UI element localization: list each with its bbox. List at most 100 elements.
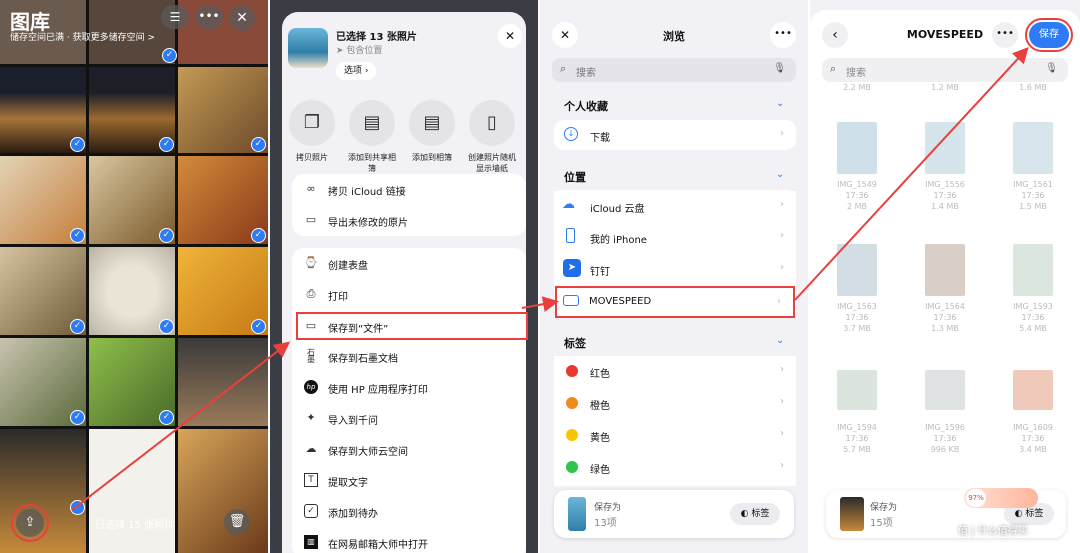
tag-item-orange[interactable]: 橙色 › [554, 388, 796, 418]
save-as-bar: 保存为 13项 ◐ 标签 [554, 490, 794, 538]
menu-item-label: 保存到“文件” [328, 324, 389, 335]
file-thumbnail[interactable] [837, 122, 877, 174]
menu-item-qianwen[interactable]: ✦ 导入到千问 [292, 403, 526, 434]
photo-thumb[interactable] [0, 429, 86, 553]
file-name: IMG_1549 [837, 180, 877, 189]
mail-master-icon: ▥ [304, 535, 318, 549]
check-icon: ✓ [159, 228, 174, 243]
file-thumbnail[interactable] [837, 370, 877, 410]
chevron-right-icon: › [780, 128, 784, 139]
photo-thumb[interactable] [178, 0, 268, 64]
check-icon: ✓ [162, 48, 177, 63]
file-thumbnail[interactable] [1013, 122, 1053, 174]
menu-item-shimo[interactable]: 石墨 保存到石墨文档 [292, 341, 526, 372]
album-icon: ▤ [409, 100, 455, 146]
browse-title: 浏览 [663, 30, 685, 43]
cloud-icon: ☁ [562, 197, 575, 212]
search-input[interactable]: ⌕ 搜索 🎙 [552, 58, 796, 82]
action-label: 创建照片随机显示墙纸 [468, 153, 516, 173]
chevron-right-icon: › [777, 296, 781, 307]
menu-item-copy-icloud-link[interactable]: ∞ 拷贝 iCloud 链接 [292, 174, 526, 205]
action-add-shared-album[interactable]: ▤ 添加到共享相簿 [346, 100, 398, 174]
menu-item-label: 提取文字 [328, 478, 368, 489]
action-group-1: ∞ 拷贝 iCloud 链接 ▭ 导出未修改的原片 [292, 174, 526, 236]
list-icon[interactable]: ☰ [161, 5, 189, 29]
menu-item-label: 使用 HP 应用程序打印 [328, 385, 428, 396]
file-thumbnail[interactable] [925, 244, 965, 296]
menu-item-netease-mail[interactable]: ▥ 在网易邮箱大师中打开 [292, 527, 526, 553]
file-time: 17:36 [1021, 434, 1045, 443]
tag-item-red[interactable]: 红色 › [554, 356, 796, 386]
location-item-dingtalk[interactable]: ➤ 钉钉 › [554, 254, 796, 284]
tag-label: 绿色 [590, 465, 610, 476]
file-thumbnail[interactable] [1013, 244, 1053, 296]
photo-thumb[interactable] [178, 338, 268, 426]
close-icon[interactable]: ✕ [498, 24, 522, 48]
folder-icon: ▭ [305, 319, 317, 332]
close-icon[interactable]: ✕ [229, 5, 255, 31]
file-size: 1.4 MB [931, 202, 959, 211]
location-item-iphone[interactable]: 我的 iPhone › [554, 222, 796, 252]
microphone-icon[interactable]: 🎙 [773, 63, 786, 74]
microphone-icon[interactable]: 🎙 [1045, 63, 1058, 74]
save-thumbnail [568, 497, 586, 531]
ellipsis-icon[interactable]: ••• [992, 22, 1018, 48]
share-icon[interactable]: ⇪ [11, 504, 49, 542]
tag-item-green[interactable]: 绿色 › [554, 452, 796, 482]
file-time: 17:36 [1021, 313, 1045, 322]
share-sheet: 已选择 13 张照片 ➤ 包含位置 选项 › ✕ ❐ 拷贝照片 ▤ 添加到共享相簿 … [282, 12, 528, 553]
ellipsis-icon[interactable]: ••• [195, 5, 223, 29]
file-size: 1.5 MB [1019, 202, 1047, 211]
chevron-right-icon: › [780, 262, 784, 273]
menu-item-hp-print[interactable]: hp 使用 HP 应用程序打印 [292, 372, 526, 403]
menu-item-extract-text[interactable]: T 提取文字 [292, 465, 526, 496]
share-thumbnail [288, 28, 328, 68]
options-button[interactable]: 选项 › [336, 62, 377, 80]
watch-icon: ⌚ [304, 256, 318, 269]
search-input[interactable]: ⌕ 搜索 🎙 [822, 58, 1068, 82]
location-item-downloads[interactable]: ↓ 下载 › [554, 120, 796, 150]
tag-button[interactable]: ◐ 标签 [730, 503, 780, 525]
file-thumbnail[interactable] [1013, 370, 1053, 410]
tag-item-yellow[interactable]: 黄色 › [554, 420, 796, 450]
location-item-icloud[interactable]: ☁ iCloud 云盘 › [554, 191, 796, 221]
qianwen-icon: ✦ [306, 411, 316, 424]
check-icon: ✓ [159, 410, 174, 425]
save-button[interactable]: 保存 [1025, 18, 1073, 52]
trash-icon[interactable]: 🗑 [224, 509, 250, 535]
chevron-right-icon: › [780, 364, 784, 375]
location-item-movespeed[interactable]: MOVESPEED › [555, 286, 795, 318]
chevron-down-icon[interactable]: ⌄ [776, 335, 784, 346]
chevron-down-icon[interactable]: ⌄ [776, 169, 784, 180]
check-icon: ✓ [159, 137, 174, 152]
action-add-album[interactable]: ▤ 添加到相簿 [406, 100, 458, 163]
file-thumbnail[interactable] [925, 370, 965, 410]
save-as-label: 保存为 [870, 503, 898, 513]
file-time: 17:36 [845, 191, 869, 200]
search-placeholder: 搜索 [846, 68, 866, 79]
menu-item-label: 打印 [328, 292, 348, 303]
options-label: 选项 [344, 66, 363, 76]
drive-icon [563, 295, 579, 306]
search-icon: ⌕ [830, 62, 837, 75]
menu-item-create-watch-face[interactable]: ⌚ 创建表盘 [292, 248, 526, 279]
menu-item-add-todo[interactable]: ✓ 添加到待办 [292, 496, 526, 527]
tag-button-label: 标签 [1025, 509, 1044, 519]
photo-thumb[interactable] [89, 429, 175, 553]
chevron-down-icon[interactable]: ⌄ [776, 98, 784, 109]
action-create-wallpaper[interactable]: ▯ 创建照片随机显示墙纸 [466, 100, 518, 174]
file-name: IMG_1609 [1013, 423, 1053, 432]
save-thumbnail [840, 497, 864, 531]
ellipsis-icon[interactable]: ••• [770, 22, 796, 48]
file-thumbnail[interactable] [837, 244, 877, 296]
file-thumbnail[interactable] [925, 122, 965, 174]
action-copy-photos[interactable]: ❐ 拷贝照片 [286, 100, 338, 163]
menu-item-print[interactable]: ⎙ 打印 [292, 279, 526, 310]
menu-item-save-to-files[interactable]: ▭ 保存到“文件” [296, 312, 528, 340]
menu-item-export-originals[interactable]: ▭ 导出未修改的原片 [292, 205, 526, 236]
storage-notice[interactable]: 储存空间已满 · 获取更多储存空间 > [10, 30, 155, 43]
photo-thumb[interactable] [178, 429, 268, 553]
location-info: ➤ 包含位置 [336, 46, 383, 56]
menu-item-master-cloud[interactable]: ☁ 保存到大师云空间 [292, 434, 526, 465]
file-size: 1.2 MB [931, 83, 959, 92]
